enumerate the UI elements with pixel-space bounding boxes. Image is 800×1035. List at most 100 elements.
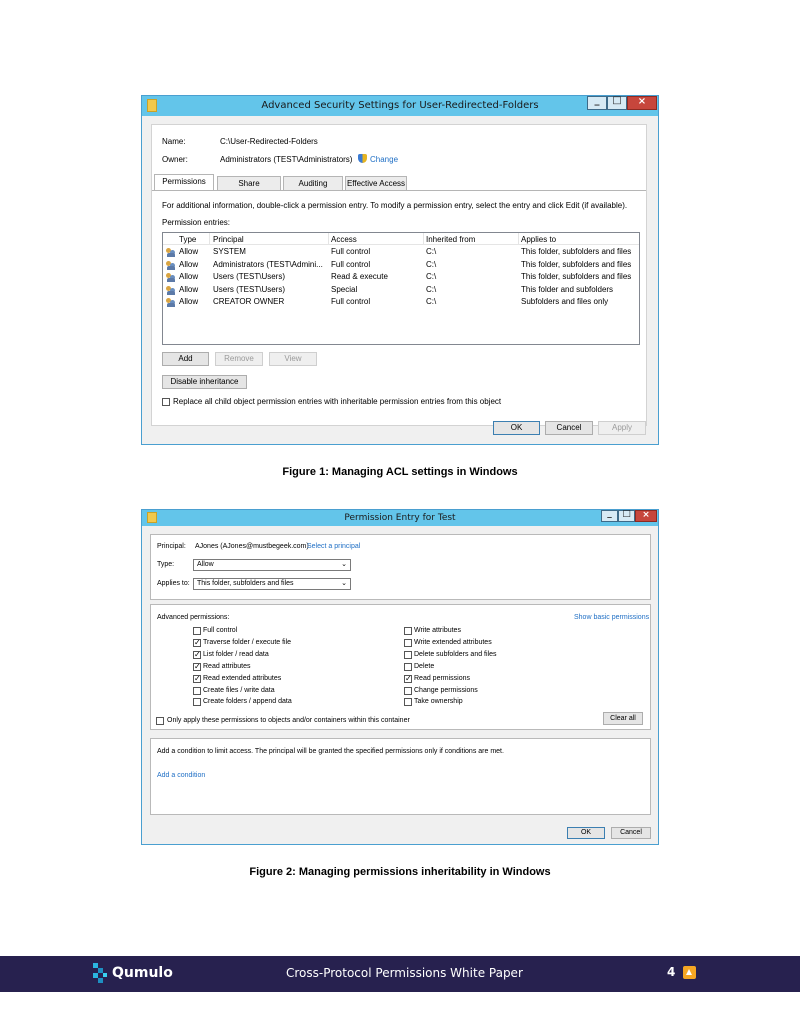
permission-entries-list[interactable]: Type Principal Access Inherited from App… <box>162 232 640 345</box>
table-cell: C:\ <box>426 297 437 306</box>
table-cell: Full control <box>331 259 371 269</box>
maximize-button[interactable]: □ <box>607 95 627 110</box>
window-title: Advanced Security Settings for User-Redi… <box>261 100 539 111</box>
cancel-button[interactable]: Cancel <box>545 421 593 435</box>
show-basic-permissions-link[interactable]: Show basic permissions <box>574 614 649 621</box>
principal-value: AJones (AJones@mustbegeek.com) <box>195 543 309 550</box>
info-text: For additional information, double-click… <box>162 201 628 210</box>
permission-checkbox[interactable] <box>404 638 412 647</box>
permission-checkbox[interactable] <box>404 650 412 659</box>
permission-label: Read extended attributes <box>203 674 282 682</box>
permission-checkbox[interactable] <box>193 627 201 635</box>
permission-label: List folder / read data <box>203 650 269 658</box>
close-icon: × <box>637 96 647 107</box>
tab-share[interactable]: Share <box>217 176 281 190</box>
applies-select[interactable]: This folder, subfolders and files ⌄ <box>193 578 351 590</box>
tab-divider <box>152 190 646 191</box>
permission-checkbox[interactable] <box>193 698 201 707</box>
minimize-button[interactable]: _ <box>601 509 618 522</box>
table-cell: Administrators (TEST\Admini... <box>213 259 323 269</box>
users-icon <box>166 248 176 257</box>
col-sep <box>328 233 329 245</box>
table-row[interactable]: Allow CREATOR OWNER Full control C:\ Subfold… <box>163 296 639 308</box>
back-to-top-icon[interactable] <box>683 966 696 979</box>
table-cell: Subfolders and files only <box>521 297 609 306</box>
tab-permissions[interactable]: Permissions <box>154 174 214 190</box>
ok-button[interactable]: OK <box>567 827 605 839</box>
permission-label: Change permissions <box>414 686 478 694</box>
remove-button[interactable]: Remove <box>215 352 263 366</box>
owner-value: Administrators (TEST\Administrators) <box>220 155 353 164</box>
chevron-down-icon: ⌄ <box>341 561 347 568</box>
ok-button[interactable]: OK <box>493 421 540 435</box>
tab-auditing[interactable]: Auditing <box>283 176 343 190</box>
permission-checkbox[interactable] <box>404 686 412 695</box>
table-cell: This folder, subfolders and files <box>521 259 632 269</box>
permission-label: Delete <box>414 662 435 670</box>
permission-label: Take ownership <box>414 698 463 706</box>
tab-effective-access[interactable]: Effective Access <box>345 176 407 190</box>
table-row[interactable]: Allow Users (TEST\Users) Read & execute C:\… <box>163 271 639 283</box>
users-icon <box>166 273 176 282</box>
cancel-button[interactable]: Cancel <box>611 827 651 839</box>
add-condition-link[interactable]: Add a condition <box>157 772 205 779</box>
page-footer: Qumulo Cross-Protocol Permissions White … <box>0 956 800 992</box>
close-button[interactable]: × <box>635 510 657 522</box>
minimize-icon: _ <box>594 95 600 106</box>
change-owner-link[interactable]: Change <box>370 155 398 164</box>
replace-checkbox-label: Replace all child object permission entr… <box>173 397 502 406</box>
type-label: Type: <box>157 561 175 568</box>
permission-label: Full control <box>203 627 238 634</box>
col-access[interactable]: Access <box>331 235 357 244</box>
permission-checkbox[interactable]: ✓ <box>193 650 201 659</box>
apply-button[interactable]: Apply <box>598 421 646 435</box>
close-button[interactable]: × <box>627 96 657 110</box>
advanced-permissions-label: Advanced permissions: <box>157 614 230 621</box>
users-icon <box>166 260 176 270</box>
table-cell: C:\ <box>426 247 437 256</box>
replace-checkbox[interactable] <box>162 398 170 406</box>
table-cell: SYSTEM <box>213 247 246 256</box>
figure-2-caption: Figure 2: Managing permissions inheritab… <box>249 866 551 878</box>
only-apply-checkbox[interactable] <box>156 717 164 725</box>
col-sep <box>423 233 424 245</box>
permission-checkbox[interactable]: ✓ <box>193 674 201 683</box>
col-inherited[interactable]: Inherited from <box>426 235 475 244</box>
table-cell: Allow <box>179 297 199 306</box>
list-header: Type Principal Access Inherited from App… <box>163 233 639 245</box>
permission-checkbox[interactable] <box>404 627 412 635</box>
view-button[interactable]: View <box>269 352 317 366</box>
title-bar: Advanced Security Settings for User-Redi… <box>142 95 658 116</box>
advanced-security-window: Advanced Security Settings for User-Redi… <box>141 95 659 445</box>
add-button[interactable]: Add <box>162 352 209 366</box>
permission-checkbox[interactable] <box>404 698 412 707</box>
minimize-icon: _ <box>607 509 612 519</box>
entries-label: Permission entries: <box>162 218 231 227</box>
type-select[interactable]: Allow ⌄ <box>193 559 351 571</box>
minimize-button[interactable]: _ <box>587 95 607 110</box>
disable-inheritance-button[interactable]: Disable inheritance <box>162 375 247 389</box>
col-applies[interactable]: Applies to <box>521 235 556 244</box>
maximize-button[interactable]: □ <box>618 509 635 522</box>
permission-label: Delete subfolders and files <box>414 650 497 658</box>
title-bar: Permission Entry for Test _ □ × <box>142 509 658 526</box>
table-cell: Full control <box>331 247 371 256</box>
table-row[interactable]: Allow Administrators (TEST\Admini... Full … <box>163 259 639 271</box>
select-principal-link[interactable]: Select a principal <box>307 543 360 550</box>
table-row[interactable]: Allow Users (TEST\Users) Special C:\ This fo… <box>163 284 639 296</box>
col-type[interactable]: Type <box>179 235 196 244</box>
owner-label: Owner: <box>162 155 188 164</box>
permission-checkbox[interactable]: ✓ <box>193 638 201 647</box>
table-cell: This folder, subfolders and files <box>521 272 632 281</box>
permission-checkbox[interactable]: ✓ <box>193 662 201 671</box>
col-principal[interactable]: Principal <box>213 235 244 244</box>
clear-all-button[interactable]: Clear all <box>603 712 643 725</box>
principal-label: Principal: <box>157 543 186 550</box>
permission-checkbox[interactable] <box>404 662 412 671</box>
table-cell: Allow <box>179 259 199 269</box>
permission-checkbox[interactable]: ✓ <box>404 674 412 683</box>
permission-checkbox[interactable] <box>193 686 201 695</box>
window-title: Permission Entry for Test <box>344 513 456 523</box>
table-row[interactable]: Allow SYSTEM Full control C:\ This folder, s… <box>163 246 639 258</box>
table-cell: CREATOR OWNER <box>213 297 285 306</box>
